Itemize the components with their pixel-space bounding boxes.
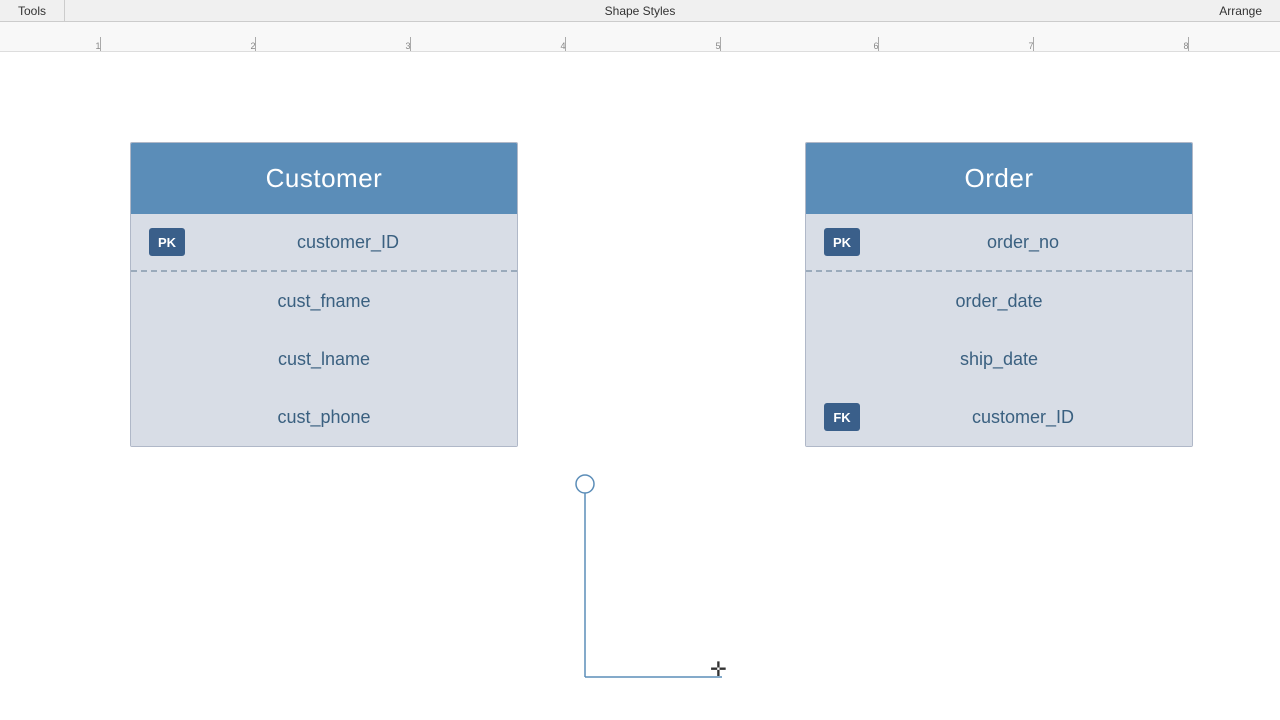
field-order-customer-id: customer_ID (872, 407, 1174, 428)
field-cust-lname: cust_lname (149, 349, 499, 370)
menu-tools[interactable]: Tools (0, 0, 65, 21)
customer-table: Customer PK customer_ID cust_fname cust_… (130, 142, 518, 447)
canvas[interactable]: Customer PK customer_ID cust_fname cust_… (0, 52, 1280, 720)
table-row: cust_fname (131, 272, 517, 330)
menu-arrange[interactable]: Arrange (1201, 0, 1280, 21)
table-row: cust_lname (131, 330, 517, 388)
field-order-date: order_date (824, 291, 1174, 312)
table-row: PK order_no (806, 214, 1192, 272)
table-row: ship_date (806, 330, 1192, 388)
pk-badge: PK (824, 228, 860, 256)
pk-badge: PK (149, 228, 185, 256)
field-order-no: order_no (872, 232, 1174, 253)
ruler-marks: 1 2 3 4 5 6 7 8 (0, 22, 1280, 51)
move-cursor: ✛ (710, 660, 727, 680)
table-row: PK customer_ID (131, 214, 517, 272)
table-row: cust_phone (131, 388, 517, 446)
field-ship-date: ship_date (824, 349, 1174, 370)
field-cust-phone: cust_phone (149, 407, 499, 428)
customer-table-body: PK customer_ID cust_fname cust_lname cus… (131, 214, 517, 446)
menu-bar: Tools Shape Styles Arrange (0, 0, 1280, 22)
ruler: 1 2 3 4 5 6 7 8 (0, 22, 1280, 52)
table-row: order_date (806, 272, 1192, 330)
menu-shape-styles[interactable]: Shape Styles (587, 0, 694, 21)
order-table-header: Order (806, 143, 1192, 214)
field-customer-id: customer_ID (197, 232, 499, 253)
field-cust-fname: cust_fname (149, 291, 499, 312)
order-table-body: PK order_no order_date ship_date FK cust… (806, 214, 1192, 446)
customer-table-header: Customer (131, 143, 517, 214)
fk-badge: FK (824, 403, 860, 431)
order-table: Order PK order_no order_date ship_date F… (805, 142, 1193, 447)
table-row: FK customer_ID (806, 388, 1192, 446)
